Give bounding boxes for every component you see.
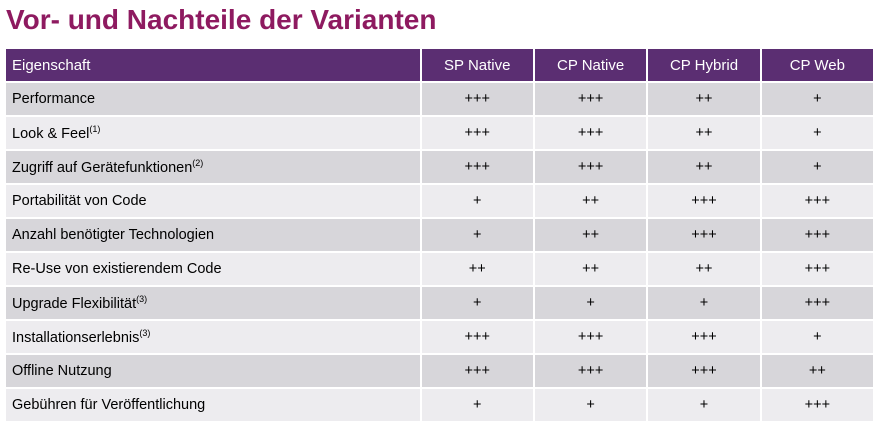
row-label-cell: Look & Feel(1): [6, 116, 422, 151]
table-row: Upgrade Flexibilität(3) + + + +++: [6, 286, 876, 321]
table-row: Zugriff auf Gerätefunktionen(2) +++ +++ ++ +: [6, 150, 876, 185]
rating-cell: +++: [760, 218, 876, 253]
footnote-marker: (2): [192, 158, 204, 168]
rating-cell: +: [760, 150, 876, 185]
row-label-cell: Anzahl benötigter Technologien: [6, 218, 422, 253]
row-label: Look & Feel: [12, 126, 90, 142]
rating-cell: +++: [420, 82, 535, 117]
row-label: Installationserlebnis: [12, 330, 140, 346]
rating-cell: +++: [760, 388, 876, 423]
table-row: Look & Feel(1) +++ +++ ++ +: [6, 116, 876, 151]
rating-cell: +: [420, 388, 535, 423]
rating-cell: +++: [533, 354, 649, 389]
rating-cell: +: [760, 82, 876, 117]
rating-cell: +++: [760, 286, 876, 321]
rating-cell: ++: [533, 184, 649, 219]
table-header-row: Eigenschaft SP Native CP Native CP Hybri…: [6, 49, 876, 83]
rating-cell: +++: [533, 150, 649, 185]
rating-cell: +: [420, 184, 535, 219]
rating-cell: +: [533, 388, 649, 423]
row-label-cell: Installationserlebnis(3): [6, 320, 422, 355]
row-label: Upgrade Flexibilität: [12, 296, 137, 312]
rating-cell: +: [647, 388, 762, 423]
rating-cell: +++: [760, 252, 876, 287]
header-cp-web: CP Web: [760, 49, 876, 83]
rating-cell: ++: [647, 252, 762, 287]
rating-cell: +: [533, 286, 649, 321]
footnote-marker: (3): [139, 328, 151, 338]
rating-cell: +++: [533, 82, 649, 117]
page-title: Vor- und Nachteile der Varianten: [6, 4, 437, 35]
table-body: Performance +++ +++ ++ + Look & Feel(1) +++ +++…: [6, 82, 876, 423]
rating-cell: +: [647, 286, 762, 321]
table-row: Gebühren für Veröffentlichung + + + +++: [6, 388, 876, 423]
row-label: Re-Use von existierendem Code: [12, 261, 222, 277]
header-sp-native: SP Native: [420, 49, 535, 83]
row-label: Offline Nutzung: [12, 363, 112, 379]
row-label-cell: Re-Use von existierendem Code: [6, 252, 422, 287]
rating-cell: +++: [647, 320, 762, 355]
row-label: Portabilität von Code: [12, 193, 147, 209]
rating-cell: +: [760, 116, 876, 151]
header-cp-native: CP Native: [533, 49, 649, 83]
rating-cell: +++: [420, 150, 535, 185]
table-row: Re-Use von existierendem Code ++ ++ ++ +++: [6, 252, 876, 287]
header-property: Eigenschaft: [6, 49, 422, 83]
table-row: Portabilität von Code + ++ +++ +++: [6, 184, 876, 219]
rating-cell: ++: [533, 218, 649, 253]
rating-cell: ++: [647, 150, 762, 185]
table-row: Offline Nutzung +++ +++ +++ ++: [6, 354, 876, 389]
footnote-marker: (3): [136, 294, 148, 304]
rating-cell: +++: [420, 354, 535, 389]
rating-cell: +++: [420, 320, 535, 355]
rating-cell: +: [420, 218, 535, 253]
rating-cell: +++: [647, 184, 762, 219]
footnote-marker: (1): [89, 124, 101, 134]
row-label: Zugriff auf Gerätefunktionen: [12, 160, 193, 176]
rating-cell: +++: [420, 116, 535, 151]
rating-cell: +++: [760, 184, 876, 219]
row-label-cell: Performance: [6, 82, 422, 117]
rating-cell: ++: [647, 82, 762, 117]
row-label-cell: Gebühren für Veröffentlichung: [6, 388, 422, 423]
rating-cell: +++: [647, 218, 762, 253]
row-label: Anzahl benötigter Technologien: [12, 227, 215, 243]
row-label-cell: Offline Nutzung: [6, 354, 422, 389]
comparison-table: Eigenschaft SP Native CP Native CP Hybri…: [6, 49, 876, 423]
rating-cell: +++: [533, 320, 649, 355]
row-label-cell: Upgrade Flexibilität(3): [6, 286, 422, 321]
rating-cell: +: [420, 286, 535, 321]
table-row: Installationserlebnis(3) +++ +++ +++ +: [6, 320, 876, 355]
table-row: Anzahl benötigter Technologien + ++ +++ +++: [6, 218, 876, 253]
rating-cell: ++: [647, 116, 762, 151]
header-cp-hybrid: CP Hybrid: [647, 49, 762, 83]
rating-cell: +: [760, 320, 876, 355]
row-label-cell: Zugriff auf Gerätefunktionen(2): [6, 150, 422, 185]
row-label: Gebühren für Veröffentlichung: [12, 397, 206, 413]
row-label-cell: Portabilität von Code: [6, 184, 422, 219]
rating-cell: +++: [533, 116, 649, 151]
row-label: Performance: [12, 91, 96, 107]
rating-cell: +++: [647, 354, 762, 389]
rating-cell: ++: [420, 252, 535, 287]
rating-cell: ++: [760, 354, 876, 389]
rating-cell: ++: [533, 252, 649, 287]
table-row: Performance +++ +++ ++ +: [6, 82, 876, 117]
